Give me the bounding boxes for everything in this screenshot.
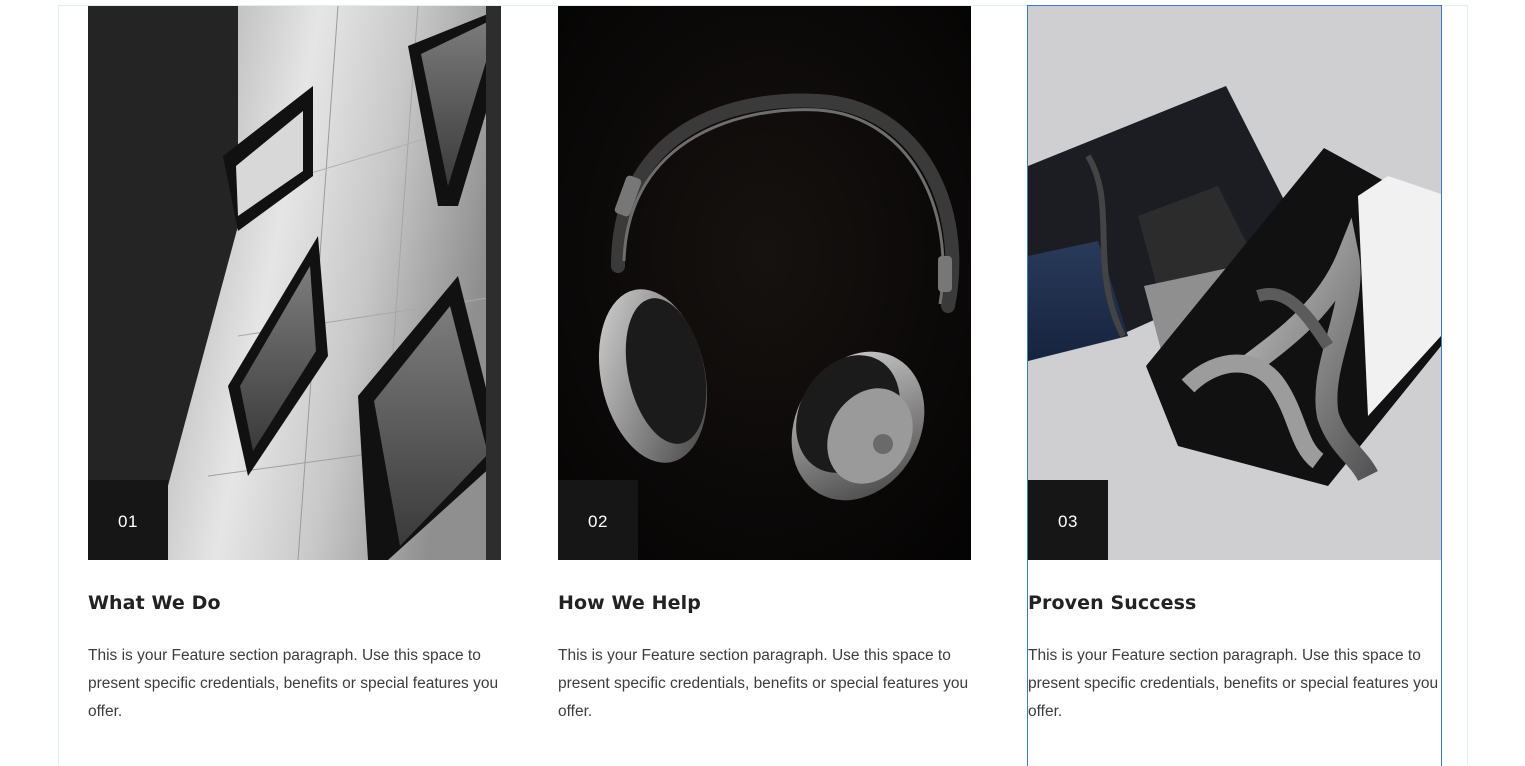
feature-card-what-we-do[interactable]: 01 What We Do This is your Feature secti… [88, 6, 501, 766]
feature-paragraph: This is your Feature section paragraph. … [1028, 647, 1439, 720]
feature-paragraph: This is your Feature section paragraph. … [88, 647, 499, 720]
building-windows-image [88, 6, 501, 560]
feature-number-badge: 03 [1028, 480, 1108, 560]
feature-card-proven-success[interactable]: 03 Proven Success This is your Feature s… [1027, 5, 1442, 766]
feature-title: Proven Success [1028, 592, 1197, 614]
feature-title: What We Do [88, 592, 221, 614]
feature-paragraph: This is your Feature section paragraph. … [558, 647, 969, 720]
photo-prints-image [1028, 6, 1441, 560]
feature-card-how-we-help[interactable]: 02 How We Help This is your Feature sect… [558, 6, 971, 766]
feature-number-badge: 02 [558, 480, 638, 560]
feature-title: How We Help [558, 592, 701, 614]
headphones-image [558, 6, 971, 560]
feature-number-badge: 01 [88, 480, 168, 560]
